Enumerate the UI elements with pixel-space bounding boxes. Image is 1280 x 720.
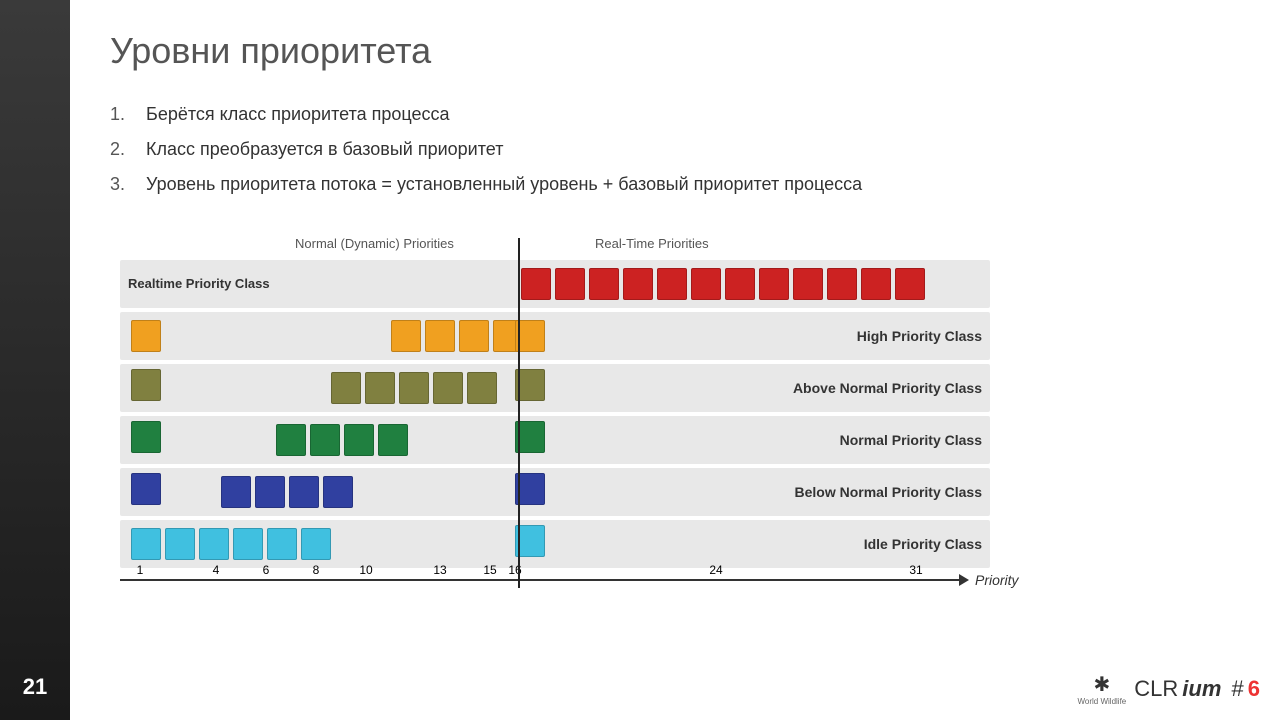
box (331, 372, 361, 404)
box (399, 372, 429, 404)
x-tick-31: 31 (909, 563, 922, 577)
chart-label-normal: Normal (Dynamic) Priorities (295, 236, 454, 251)
list-text-2: Класс преобразуется в базовый приоритет (146, 137, 503, 162)
logo-icon: ✱ (1093, 672, 1110, 697)
x-tick-13: 13 (433, 563, 446, 577)
box (459, 320, 489, 352)
box (425, 320, 455, 352)
x-tick-15: 15 (483, 563, 496, 577)
priority-row-normal: Normal Priority Class (120, 416, 990, 464)
list-item-2: 2. Класс преобразуется в базовый приорит… (110, 137, 1240, 162)
box (276, 424, 306, 456)
priority-row-above-normal: Above Normal Priority Class (120, 364, 990, 412)
high-priority-label: High Priority Class (857, 328, 982, 344)
box (657, 268, 687, 300)
box (589, 268, 619, 300)
logo-sub: World Wildlife (1078, 697, 1127, 706)
box (725, 268, 755, 300)
box (555, 268, 585, 300)
box (131, 473, 161, 505)
page-title: Уровни приоритета (110, 30, 1240, 72)
x-tick-8: 8 (313, 563, 320, 577)
list-text-3: Уровень приоритета потока = установленны… (146, 172, 862, 197)
box (365, 372, 395, 404)
priority-axis-label: Priority (975, 572, 1019, 588)
idle-priority-label: Idle Priority Class (864, 536, 982, 552)
box (165, 528, 195, 560)
box (861, 268, 891, 300)
priority-row-idle: Idle Priority Class (120, 520, 990, 568)
list-item-1: 1. Берётся класс приоритета процесса (110, 102, 1240, 127)
priority-row-realtime: Realtime Priority Class (120, 260, 990, 308)
logo-ium: ium (1182, 676, 1221, 702)
box (378, 424, 408, 456)
box (221, 476, 251, 508)
box (691, 268, 721, 300)
list-num-1: 1. (110, 102, 146, 127)
box (233, 528, 263, 560)
x-tick-1: 1 (137, 563, 144, 577)
box (199, 528, 229, 560)
priority-row-high: High Priority Class (120, 312, 990, 360)
box (623, 268, 653, 300)
logo-clr: CLR (1134, 676, 1178, 702)
box (793, 268, 823, 300)
box (323, 476, 353, 508)
list-text-1: Берётся класс приоритета процесса (146, 102, 450, 127)
box (255, 476, 285, 508)
x-tick-24: 24 (709, 563, 722, 577)
box (289, 476, 319, 508)
list-item-3: 3. Уровень приоритета потока = установле… (110, 172, 1240, 197)
sidebar: 21 (0, 0, 70, 720)
box (131, 369, 161, 401)
box (344, 424, 374, 456)
list-section: 1. Берётся класс приоритета процесса 2. … (110, 102, 1240, 208)
logo-num: 6 (1248, 676, 1260, 702)
x-axis-arrow (959, 574, 969, 586)
box (759, 268, 789, 300)
box (827, 268, 857, 300)
box (521, 268, 551, 300)
x-tick-4: 4 (213, 563, 220, 577)
box (310, 424, 340, 456)
box (467, 372, 497, 404)
box (391, 320, 421, 352)
above-normal-priority-label: Above Normal Priority Class (793, 380, 982, 396)
main-content: Уровни приоритета 1. Берётся класс приор… (70, 0, 1280, 720)
box (131, 528, 161, 560)
logo-area: ✱ World Wildlife CLRium #6 (1078, 672, 1261, 706)
chart-container: Normal (Dynamic) Priorities Real-Time Pr… (110, 236, 1240, 700)
logo-hash: # (1225, 676, 1243, 702)
box (267, 528, 297, 560)
slide-number: 21 (23, 674, 47, 700)
x-tick-6: 6 (263, 563, 270, 577)
box (131, 421, 161, 453)
box (131, 320, 161, 352)
x-tick-10: 10 (359, 563, 372, 577)
priority-row-below-normal: Below Normal Priority Class (120, 468, 990, 516)
divider-line (518, 238, 520, 588)
box (301, 528, 331, 560)
chart-label-realtime: Real-Time Priorities (595, 236, 709, 251)
normal-priority-label: Normal Priority Class (840, 432, 982, 448)
below-normal-priority-label: Below Normal Priority Class (794, 484, 982, 500)
list-num-3: 3. (110, 172, 146, 197)
box (895, 268, 925, 300)
list-num-2: 2. (110, 137, 146, 162)
box (433, 372, 463, 404)
